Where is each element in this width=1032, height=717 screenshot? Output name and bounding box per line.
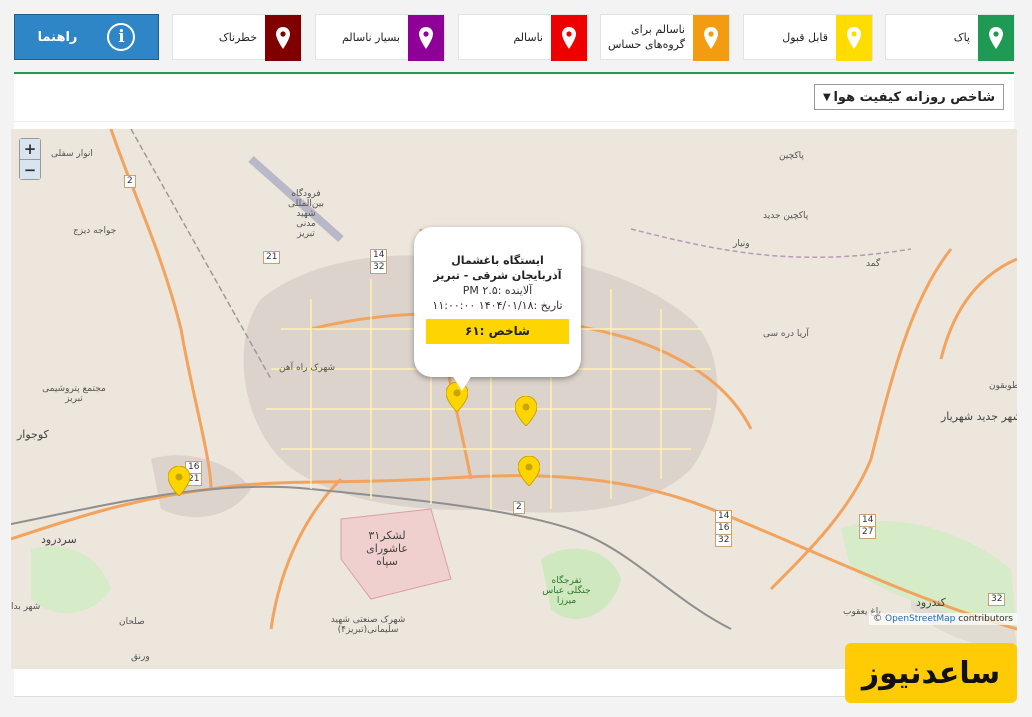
road-shield: 32	[988, 593, 1006, 606]
legend-item-clean: پاک	[885, 14, 1015, 61]
station-marker[interactable]	[168, 466, 190, 496]
popup-station-name: ایستگاه باغشمال	[451, 254, 544, 267]
station-marker[interactable]	[518, 456, 540, 486]
help-button[interactable]: راهنما i	[14, 14, 159, 60]
legend-item-unhealthy: ناسالم	[458, 14, 588, 61]
place-label: لشکر۳۱ عاشورای سپاه	[366, 529, 408, 568]
help-button-label: راهنما	[37, 29, 78, 45]
place-label: پاکچین جدید	[763, 211, 809, 221]
road-shield: 21	[263, 251, 281, 264]
map-pin-icon	[978, 15, 1014, 61]
station-popup: ایستگاه باغشمال آذربایجان شرقی - تبریز آ…	[414, 227, 581, 391]
air-quality-map[interactable]: + − انوار سفلی فرودگاه بین‌المللی شهید م…	[11, 129, 1017, 669]
place-label: کندرود	[916, 596, 946, 609]
place-label: گمد	[866, 259, 881, 269]
road-shield: 32	[370, 261, 388, 274]
legend-label: بسیار ناسالم	[341, 30, 400, 44]
place-label: آریا دره سی	[763, 329, 809, 339]
legend-item-acceptable: قابل قبول	[743, 14, 873, 61]
place-label: تفرجگاه جنگلی عباس میرزا	[542, 576, 591, 606]
place-label: سردرود	[41, 533, 77, 546]
road-shield: 27	[859, 526, 877, 539]
osm-link[interactable]: OpenStreetMap	[885, 614, 955, 624]
place-label: فرودگاه بین‌المللی شهید مدنی تبریز	[288, 189, 324, 239]
road-shield: 32	[715, 534, 733, 547]
attribution-prefix: ©	[873, 614, 883, 624]
index-type-select[interactable]: شاخص روزانه کیفیت هوا ▼	[814, 84, 1004, 110]
place-label: کوجوار	[17, 428, 49, 441]
map-pin-icon	[551, 15, 587, 61]
legend-item-hazardous: خطرناک	[172, 14, 302, 61]
place-label: شهر بدا	[11, 602, 41, 612]
watermark-logo: ساعدنیوز	[845, 643, 1017, 703]
divider	[14, 121, 1014, 122]
place-label: شهرک راه آهن	[279, 363, 336, 373]
map-attribution: © OpenStreetMap contributors	[869, 613, 1017, 625]
legend-label: پاک	[953, 30, 970, 44]
index-type-select-value: شاخص روزانه کیفیت هوا	[833, 89, 995, 105]
map-pin-icon	[408, 15, 444, 61]
place-label: شهرک صنعتی شهید سلیمانی(تبریز۴)	[330, 615, 406, 635]
zoom-control: + −	[19, 138, 41, 180]
place-label: طوبقون	[989, 381, 1017, 391]
chevron-down-icon: ▼	[823, 91, 831, 103]
road-shield: 2	[124, 175, 136, 188]
place-label: صلحان	[119, 617, 145, 627]
info-icon: i	[107, 23, 136, 51]
legend-item-very-unhealthy: بسیار ناسالم	[315, 14, 445, 61]
popup-location: آذربایجان شرقی - تبریز	[433, 269, 562, 282]
map-pin-icon	[836, 15, 872, 61]
legend-label: خطرناک	[218, 30, 257, 44]
aqi-legend-bar: راهنما i خطرناک بسیار ناسالم ناسالم ناسا…	[14, 14, 1015, 61]
popup-pollutant: آلاینده :PM ۲.۵	[462, 284, 533, 297]
place-label: جواجه دیزج	[73, 226, 117, 236]
road-shield: 2	[513, 501, 525, 514]
place-label: ونیار	[733, 239, 750, 249]
place-label: شهر جدید شهریار	[941, 410, 1017, 423]
map-pin-icon	[265, 15, 301, 61]
attribution-suffix: contributors	[958, 614, 1013, 624]
place-label: مجتمع پتروشیمی تبریز	[42, 384, 106, 404]
station-marker[interactable]	[515, 396, 537, 426]
legend-label: قابل قبول	[782, 30, 828, 44]
map-tiles	[11, 129, 1017, 649]
zoom-in-button[interactable]: +	[20, 139, 40, 159]
popup-tail	[452, 375, 472, 391]
zoom-out-button[interactable]: −	[20, 159, 40, 179]
popup-date: تاریخ :۱۴۰۴/۰۱/۱۸ ۱۱:۰۰:۰۰	[432, 299, 563, 312]
popup-index-badge: شاخص :۶۱	[426, 319, 569, 344]
legend-item-sensitive-groups: ناسالم برای گروه‌های حساس	[600, 14, 730, 61]
legend-label: ناسالم برای گروه‌های حساس	[607, 23, 685, 51]
legend-label: ناسالم	[513, 30, 543, 44]
place-label: ورنق	[131, 652, 150, 662]
place-label: پاکچین	[779, 151, 804, 161]
map-pin-icon	[693, 15, 729, 61]
place-label: انوار سفلی	[51, 149, 93, 159]
